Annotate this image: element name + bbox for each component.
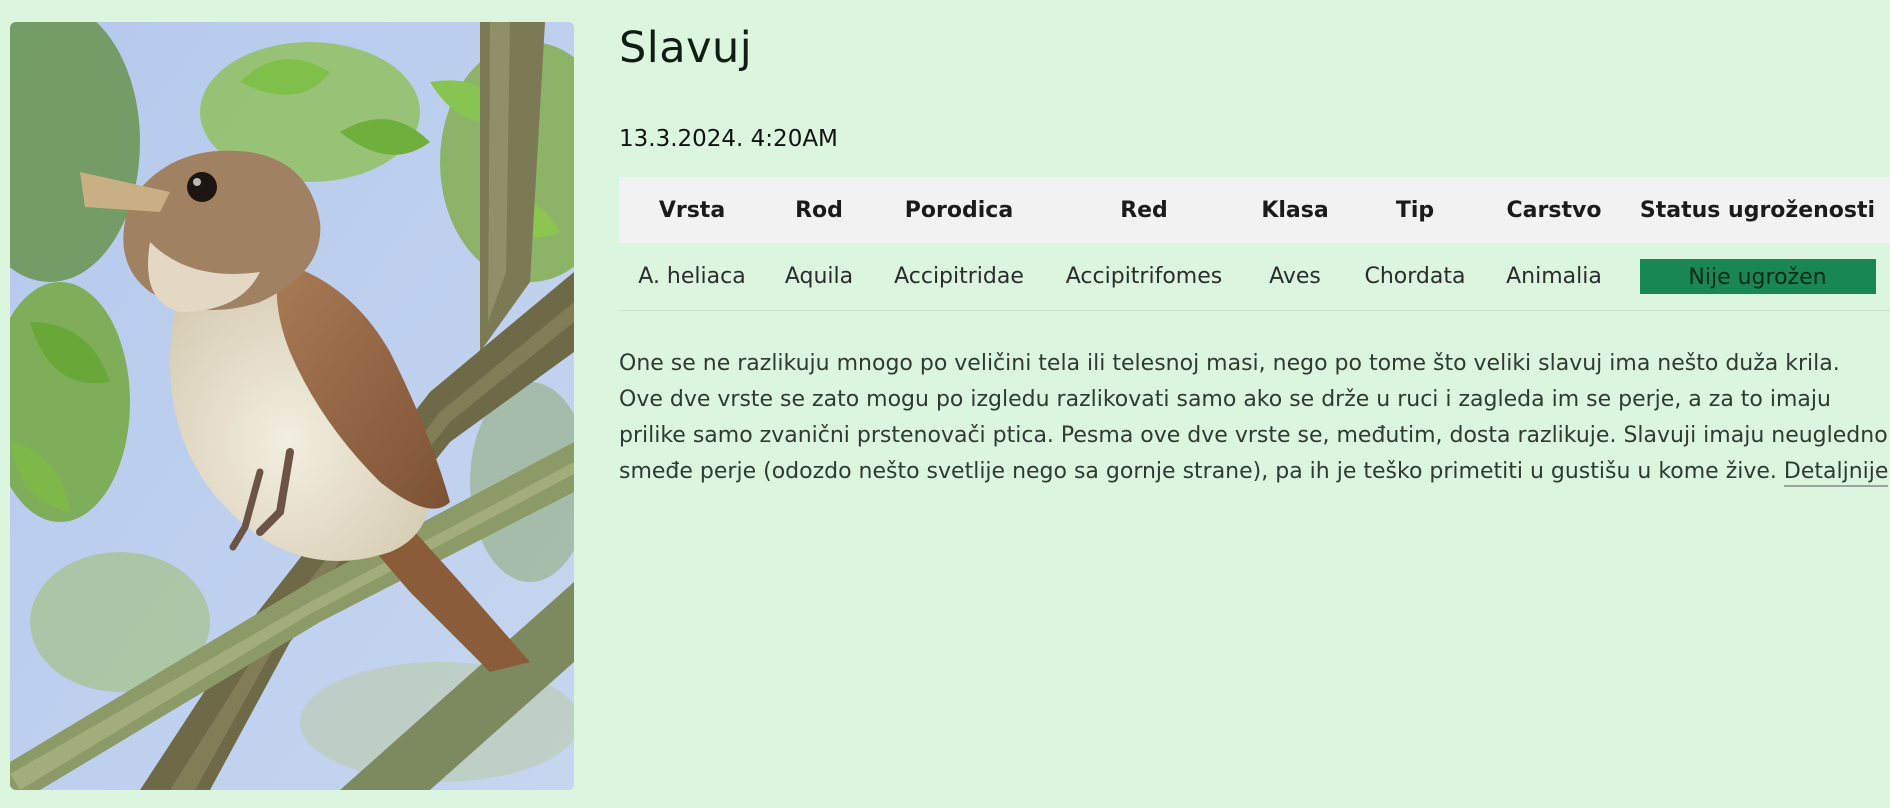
header-tip: Tip bbox=[1347, 177, 1483, 243]
cell-porodica: Accipitridae bbox=[873, 243, 1045, 311]
header-status: Status ugroženosti bbox=[1625, 177, 1890, 243]
status-badge: Nije ugrožen bbox=[1639, 259, 1876, 294]
cell-tip: Chordata bbox=[1347, 243, 1483, 311]
details-link[interactable]: Detaljnije bbox=[1783, 459, 1889, 487]
cell-rod: Aquila bbox=[765, 243, 873, 311]
bird-photo bbox=[10, 22, 574, 790]
header-red: Red bbox=[1045, 177, 1243, 243]
cell-red: Accipitrifomes bbox=[1045, 243, 1243, 311]
cell-carstvo: Animalia bbox=[1483, 243, 1625, 311]
cell-klasa: Aves bbox=[1243, 243, 1347, 311]
header-rod: Rod bbox=[765, 177, 873, 243]
observation-date: 13.3.2024. 4:20AM bbox=[619, 126, 838, 152]
header-carstvo: Carstvo bbox=[1483, 177, 1625, 243]
table-row: A. heliaca Aquila Accipitridae Accipitri… bbox=[619, 243, 1890, 311]
description-text: One se ne razlikuju mnogo po veličini te… bbox=[619, 351, 1888, 484]
taxonomy-table: Vrsta Rod Porodica Red Klasa Tip Carstvo… bbox=[619, 177, 1890, 311]
bird-title: Slavuj bbox=[619, 23, 753, 73]
bird-details: Slavuj 13.3.2024. 4:20AM Vrsta Rod Porod… bbox=[619, 22, 1890, 512]
bird-description: One se ne razlikuju mnogo po veličini te… bbox=[619, 346, 1889, 490]
header-klasa: Klasa bbox=[1243, 177, 1347, 243]
header-porodica: Porodica bbox=[873, 177, 1045, 243]
nightingale-illustration bbox=[10, 22, 574, 790]
cell-vrsta: A. heliaca bbox=[619, 243, 765, 311]
taxonomy-header-row: Vrsta Rod Porodica Red Klasa Tip Carstvo… bbox=[619, 177, 1890, 243]
header-vrsta: Vrsta bbox=[619, 177, 765, 243]
cell-status: Nije ugrožen bbox=[1625, 243, 1890, 311]
